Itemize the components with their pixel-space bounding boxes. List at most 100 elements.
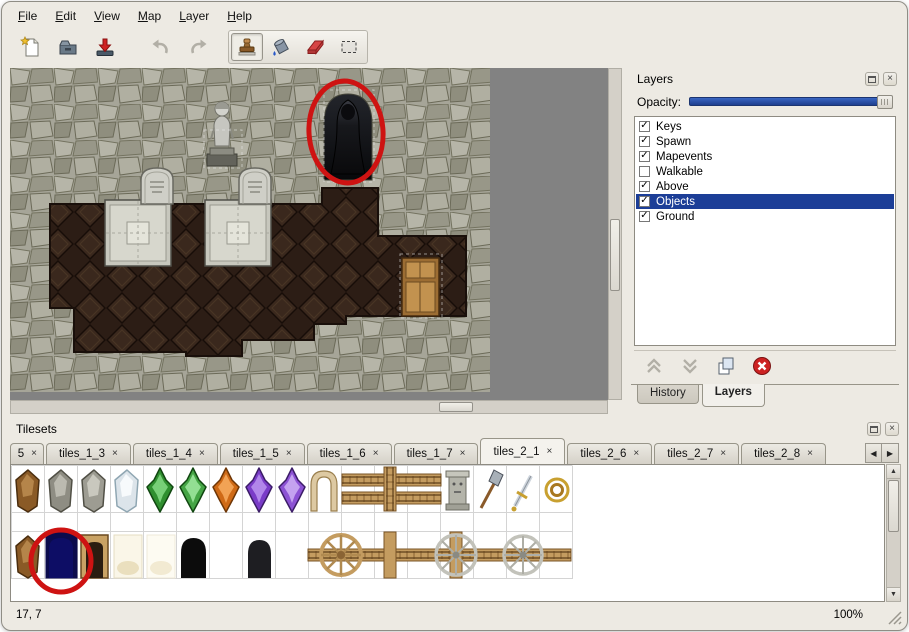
tile-selected [46,533,78,579]
menu-item-layer[interactable]: Layer [171,6,217,26]
select-tool-button[interactable] [333,33,365,61]
close-tab-icon[interactable]: × [112,449,118,459]
layer-visibility-checkbox[interactable]: ✓ [639,211,650,222]
tile-shovel [481,470,503,508]
fill-tool-button[interactable] [265,33,297,61]
layer-label: Keys [656,121,682,133]
tileset-tab[interactable]: tiles_1_5 × [220,443,305,464]
crate [402,258,439,316]
toolbar [8,28,901,66]
tile-wheel-gray-1 [436,535,476,575]
close-tab-icon[interactable]: × [720,449,726,459]
tileset-canvas[interactable] [10,464,885,602]
map-canvas[interactable] [10,68,490,392]
tileset-tab-label: tiles_1_4 [146,448,192,460]
detach-icon [868,76,876,83]
app-window: File Edit View Map Layer Help [1,1,908,631]
close-tab-icon[interactable]: × [373,449,379,459]
tileset-tab[interactable]: tiles_2_6 × [567,443,652,464]
tab-history[interactable]: History [637,385,699,404]
tileset-tab-label: tiles_2_6 [580,448,626,460]
scroll-up-icon[interactable]: ▲ [887,465,900,479]
new-map-button[interactable] [14,31,48,63]
menubar: File Edit View Map Layer Help [10,5,260,27]
tile-sword [512,476,532,512]
map-horizontal-scrollbar[interactable] [10,400,608,414]
detach-layers-panel-button[interactable] [865,72,879,86]
stamp-tool-icon [236,36,258,58]
tileset-tab[interactable]: tiles_1_6 × [307,443,392,464]
redo-button[interactable] [181,31,215,63]
menu-item-file[interactable]: File [10,6,45,26]
close-tab-icon[interactable]: × [460,449,466,459]
open-map-button[interactable] [51,31,85,63]
close-layers-panel-button[interactable]: × [883,72,897,86]
save-map-button[interactable] [88,31,122,63]
map-vertical-scrollbar[interactable] [608,68,622,400]
stamp-tool-button[interactable] [231,33,263,61]
duplicate-layer-button[interactable] [714,354,738,378]
eraser-tool-button[interactable] [299,33,331,61]
lower-layer-button[interactable] [678,354,702,378]
duplicate-layer-icon [715,355,737,377]
close-tab-icon[interactable]: × [31,449,37,459]
layer-visibility-checkbox[interactable]: ✓ [639,151,650,162]
layer-visibility-checkbox[interactable]: ✓ [639,136,650,147]
detach-tilesets-panel-button[interactable] [867,422,881,436]
tileset-vertical-scrollbar[interactable]: ▲ ▼ [886,464,901,602]
scroll-tabs-right-button[interactable]: ▶ [882,443,899,463]
map-viewport[interactable] [10,68,608,400]
tab-layers[interactable]: Layers [702,384,765,407]
scroll-down-icon[interactable]: ▼ [887,587,900,601]
menu-item-help[interactable]: Help [219,6,260,26]
layer-visibility-checkbox[interactable]: ✓ [639,166,650,177]
check-icon: ✓ [640,181,648,191]
close-tab-icon[interactable]: × [547,447,553,457]
layer-row-ground[interactable]: ✓ Ground [636,209,894,224]
layer-row-mapevents[interactable]: ✓ Mapevents [636,149,894,164]
layer-row-spawn[interactable]: ✓ Spawn [636,134,894,149]
layer-label: Spawn [656,136,691,148]
tileset-tab[interactable]: tiles_1_7 × [394,443,479,464]
menu-item-edit[interactable]: Edit [47,6,84,26]
tileset-image [11,465,875,595]
close-tab-icon[interactable]: × [286,449,292,459]
cursor-tile-coordinates: 17, 7 [16,609,42,621]
tile-tracks-row2 [308,532,571,578]
close-tab-icon[interactable]: × [633,449,639,459]
layer-visibility-checkbox[interactable]: ✓ [639,196,650,207]
tileset-tab[interactable]: tiles_1_4 × [133,443,218,464]
delete-layer-button[interactable] [750,354,774,378]
menu-item-view[interactable]: View [86,6,128,26]
layer-row-walkable[interactable]: ✓ Walkable [636,164,894,179]
map-hscroll-thumb[interactable] [439,402,473,412]
layer-row-above[interactable]: ✓ Above [636,179,894,194]
scroll-tabs-left-button[interactable]: ◀ [865,443,882,463]
tile-wheel-tan [321,535,361,575]
tileset-tab[interactable]: tiles_2_8 × [741,443,826,464]
tileset-tab-active[interactable]: tiles_2_1 × [480,438,565,464]
opacity-slider-handle[interactable] [877,95,893,109]
menu-item-map[interactable]: Map [130,6,169,26]
undo-icon [150,36,172,58]
layers-panel-title: Layers [637,72,861,86]
map-vscroll-thumb[interactable] [610,219,620,291]
undo-button[interactable] [144,31,178,63]
statusbar: 17, 7 100% [2,602,907,630]
close-tab-icon[interactable]: × [807,449,813,459]
raise-layer-button[interactable] [642,354,666,378]
layer-row-objects[interactable]: ✓ Objects [636,194,894,209]
tile-statue-column [446,471,469,510]
tileset-tab[interactable]: 5 × [10,443,44,464]
layer-visibility-checkbox[interactable]: ✓ [639,121,650,132]
opacity-slider[interactable] [689,95,893,109]
layer-row-keys[interactable]: ✓ Keys [636,119,894,134]
close-tilesets-panel-button[interactable]: × [885,422,899,436]
resize-grip[interactable] [887,610,903,626]
layer-label: Walkable [656,166,703,178]
layer-visibility-checkbox[interactable]: ✓ [639,181,650,192]
tileset-tab[interactable]: tiles_2_7 × [654,443,739,464]
tileset-vscroll-thumb[interactable] [888,480,899,532]
close-tab-icon[interactable]: × [199,449,205,459]
tileset-tab[interactable]: tiles_1_3 × [46,443,131,464]
